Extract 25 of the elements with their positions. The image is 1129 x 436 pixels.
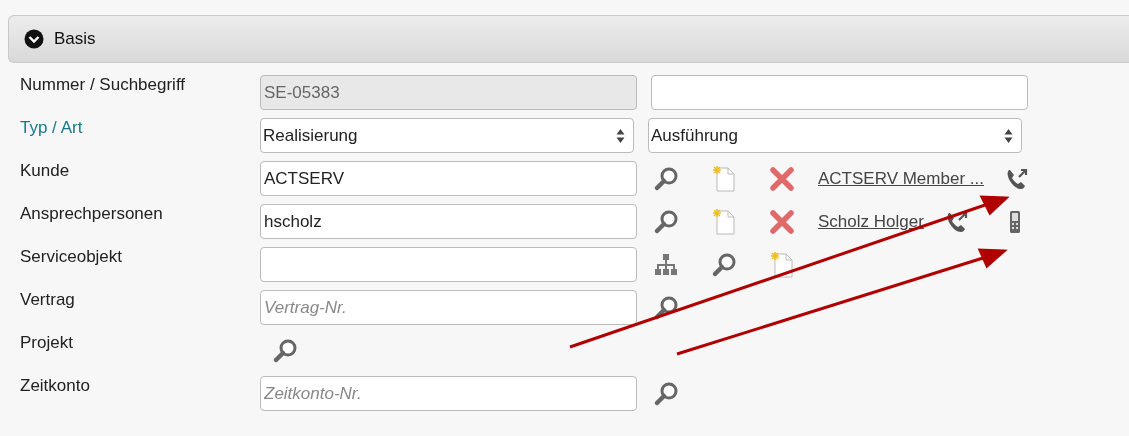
sort-arrows-icon (616, 127, 625, 144)
field-label: Serviceobjekt (20, 246, 124, 267)
field-label[interactable]: Typ / Art (20, 114, 260, 138)
field-label: Zeitkonto (20, 375, 91, 396)
contact-link[interactable]: ACTSERV Member ... (818, 168, 984, 189)
hierarchy-icon[interactable] (653, 251, 679, 278)
select-field[interactable]: Ausführung (648, 118, 1022, 153)
delete-icon[interactable] (769, 208, 795, 235)
text-field[interactable]: hscholz (260, 204, 637, 239)
text-field[interactable]: Vertrag-Nr. (260, 290, 637, 325)
text-field[interactable] (260, 247, 637, 282)
text-field[interactable]: ACTSERV (260, 161, 637, 196)
contact-link[interactable]: Scholz Holger (818, 211, 924, 232)
mobile-phone-icon[interactable] (1007, 208, 1022, 235)
text-field[interactable]: Zeitkonto-Nr. (260, 376, 637, 411)
field-label: Kunde (20, 160, 71, 181)
select-field[interactable]: Realisierung (260, 118, 634, 153)
field-label: Projekt (20, 332, 74, 353)
delete-icon[interactable] (769, 165, 795, 192)
sort-arrows-icon (1004, 127, 1013, 144)
panel-header[interactable]: Basis (8, 15, 1129, 63)
field-label: Ansprechpersonen (20, 203, 164, 224)
field-label: Nummer / Suchbegriff (20, 74, 187, 95)
field-label: Vertrag (20, 289, 76, 310)
text-field[interactable] (651, 75, 1028, 110)
